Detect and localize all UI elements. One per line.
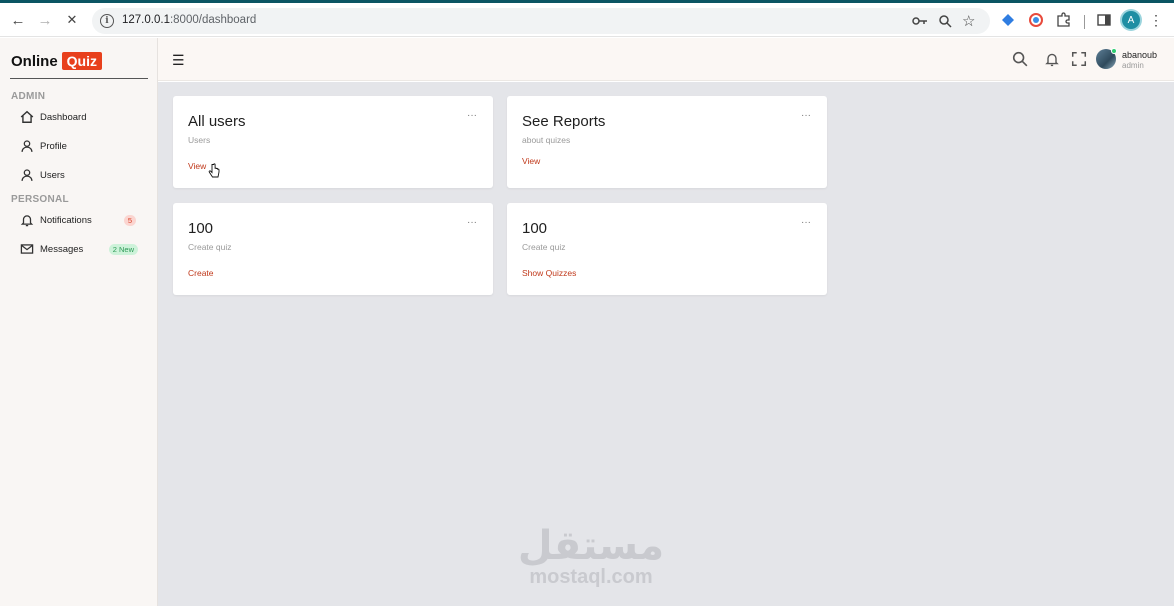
mail-icon xyxy=(20,244,34,254)
card-create-quiz: 100 Create quiz Create ··· xyxy=(173,203,493,295)
sidebar: Online Quiz ADMIN Dashboard Profile User… xyxy=(0,38,158,606)
fullscreen-icon[interactable] xyxy=(1071,51,1087,67)
card-more-icon[interactable]: ··· xyxy=(801,217,811,228)
logo-divider xyxy=(10,78,148,79)
view-reports-link[interactable]: View xyxy=(522,156,540,166)
back-icon[interactable]: ← xyxy=(7,9,29,31)
browser-toolbar: ← → ✕ i 127.0.0.1:8000/dashboard ☆ A ⋮ xyxy=(0,3,1174,37)
watermark-arabic: مستقل xyxy=(517,523,665,569)
toolbar-divider xyxy=(1084,15,1085,29)
zoom-icon[interactable] xyxy=(939,15,952,28)
sidebar-item-label: Users xyxy=(40,169,65,181)
messages-new-badge: 2 New xyxy=(108,243,138,255)
sidebar-item-label: Profile xyxy=(40,140,67,152)
card-more-icon[interactable]: ··· xyxy=(467,110,477,121)
sidebar-item-label: Notifications xyxy=(40,214,92,226)
online-status-dot xyxy=(1111,48,1117,54)
logo-text: Online xyxy=(11,52,58,70)
card-more-icon[interactable]: ··· xyxy=(801,110,811,121)
card-title: All users xyxy=(188,113,246,130)
card-subtitle: about quizes xyxy=(522,135,571,145)
top-header: ☰ abanoub admin xyxy=(158,38,1174,81)
bell-icon xyxy=(20,215,34,227)
sidebar-item-profile[interactable]: Profile xyxy=(20,137,140,155)
sidebar-item-messages[interactable]: Messages 2 New xyxy=(20,240,140,258)
card-title: 100 xyxy=(188,220,214,237)
forward-icon[interactable]: → xyxy=(34,9,56,31)
site-info-icon[interactable]: i xyxy=(100,14,114,28)
extension-diamond-icon[interactable] xyxy=(1001,13,1015,27)
extensions-puzzle-icon[interactable] xyxy=(1056,12,1071,27)
bell-icon[interactable] xyxy=(1044,51,1060,67)
extension-color-icon[interactable] xyxy=(1029,13,1043,27)
hand-pointer-icon xyxy=(208,163,220,178)
user-name[interactable]: abanoub xyxy=(1122,50,1157,60)
logo-badge: Quiz xyxy=(61,52,103,70)
section-label-admin: ADMIN xyxy=(11,91,46,102)
home-icon xyxy=(20,110,34,123)
section-label-personal: PERSONAL xyxy=(11,194,69,205)
sidebar-item-dashboard[interactable]: Dashboard xyxy=(20,108,140,126)
user-role: admin xyxy=(1122,61,1144,70)
url-host: 127.0.0.1 xyxy=(122,14,170,26)
card-title: 100 xyxy=(522,220,548,237)
browser-menu-icon[interactable]: ⋮ xyxy=(1145,9,1167,31)
show-quizzes-link[interactable]: Show Quizzes xyxy=(522,268,576,278)
sidebar-item-notifications[interactable]: Notifications 5 xyxy=(20,211,140,229)
browser-profile-avatar[interactable]: A xyxy=(1122,11,1140,29)
view-users-link[interactable]: View xyxy=(188,161,206,171)
bookmark-star-icon[interactable]: ☆ xyxy=(962,12,975,30)
main-content: All users Users View ··· See Reports abo… xyxy=(158,82,1174,606)
create-quiz-link[interactable]: Create xyxy=(188,268,214,278)
card-show-quizzes: 100 Create quiz Show Quizzes ··· xyxy=(507,203,827,295)
url-text[interactable]: 127.0.0.1:8000/dashboard xyxy=(122,14,256,26)
watermark-latin: mostaql.com xyxy=(529,566,653,588)
sidebar-item-label: Dashboard xyxy=(40,111,87,123)
menu-toggle-icon[interactable]: ☰ xyxy=(172,52,185,69)
url-path: :8000/dashboard xyxy=(169,14,257,26)
user-icon xyxy=(21,169,33,181)
card-see-reports: See Reports about quizes View ··· xyxy=(507,96,827,188)
search-icon[interactable] xyxy=(1012,51,1028,67)
card-subtitle: Create quiz xyxy=(188,242,232,252)
card-more-icon[interactable]: ··· xyxy=(467,217,477,228)
address-bar[interactable]: i 127.0.0.1:8000/dashboard ☆ xyxy=(92,8,990,34)
card-subtitle: Users xyxy=(188,135,211,145)
user-icon xyxy=(21,140,33,152)
card-title: See Reports xyxy=(522,113,606,130)
card-subtitle: Create quiz xyxy=(522,242,566,252)
notifications-count-badge: 5 xyxy=(123,214,136,226)
password-key-icon[interactable] xyxy=(912,15,928,27)
sidebar-item-label: Messages xyxy=(40,243,84,255)
card-all-users: All users Users View ··· xyxy=(173,96,493,188)
stop-loading-icon[interactable]: ✕ xyxy=(61,9,83,31)
watermark: مستقل mostaql.com xyxy=(516,526,666,588)
side-panel-icon[interactable] xyxy=(1097,13,1111,27)
app-logo[interactable]: Online Quiz xyxy=(11,52,103,70)
sidebar-item-users[interactable]: Users xyxy=(20,166,140,184)
